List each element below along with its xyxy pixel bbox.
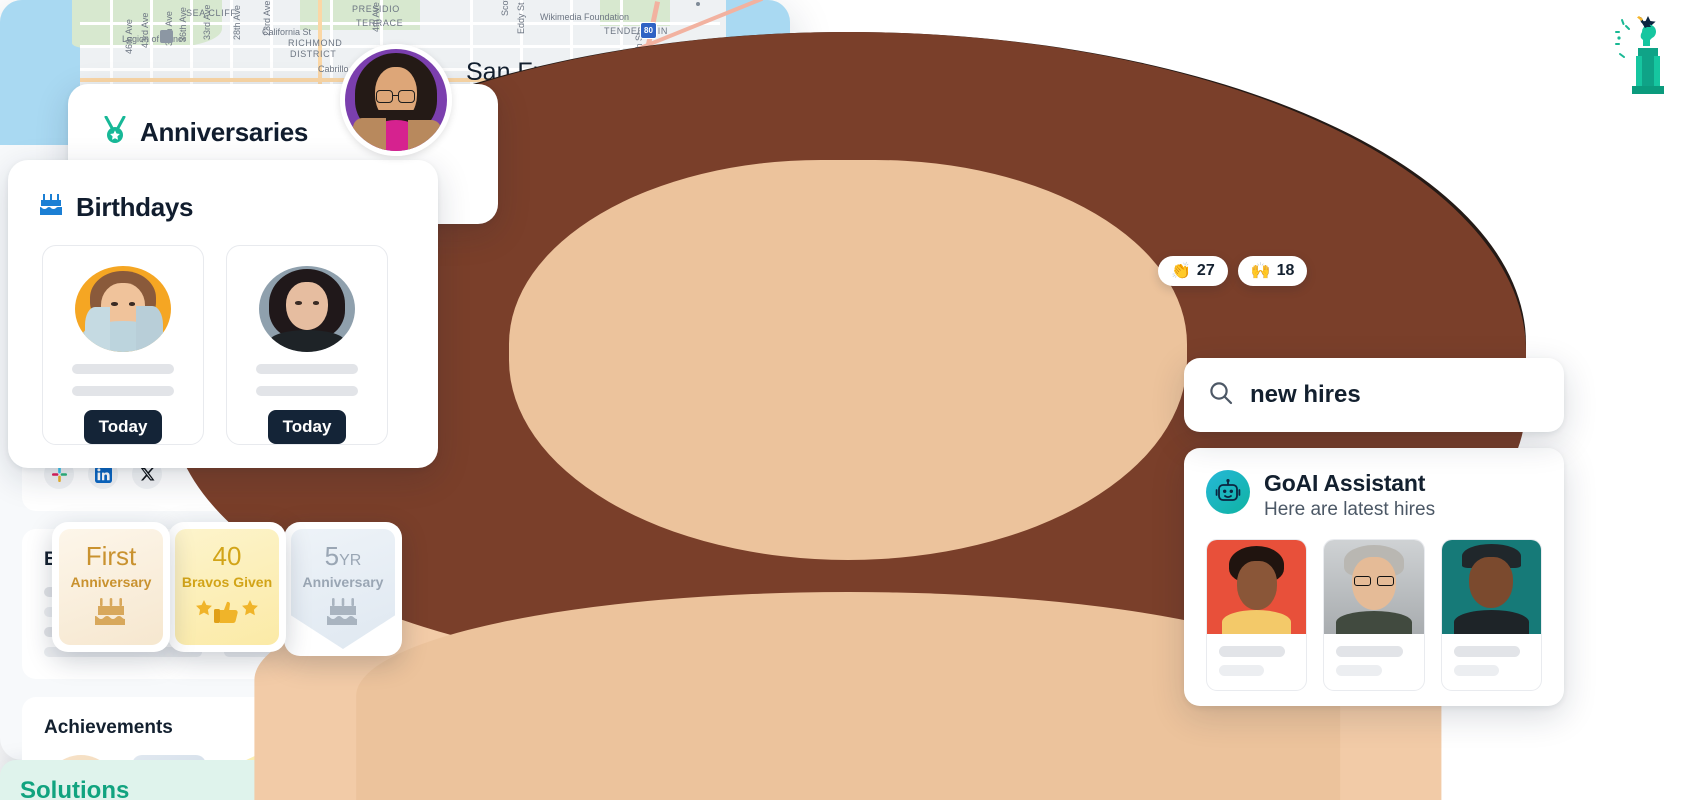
goai-hires-list xyxy=(1206,539,1542,691)
reaction-count: 27 xyxy=(1196,262,1215,279)
avatar xyxy=(259,266,355,353)
birthdays-list: Today Today xyxy=(8,223,438,445)
avatar xyxy=(1324,540,1424,634)
award-subtitle: Anniversary xyxy=(302,574,384,590)
goai-subtitle: Here are latest hires xyxy=(1264,499,1436,520)
goai-assistant-card[interactable]: GoAI Assistant Here are latest hires xyxy=(1184,448,1564,706)
avatar xyxy=(1207,540,1307,634)
award-subtitle: Bravos Given xyxy=(181,574,273,590)
hire-role-placeholder xyxy=(1453,665,1499,676)
birthdays-title: Birthdays xyxy=(76,192,194,222)
search-input[interactable]: new hires xyxy=(1250,381,1361,409)
name-placeholder xyxy=(256,364,358,375)
hire-role-placeholder xyxy=(1219,665,1265,676)
avatar xyxy=(1441,540,1541,634)
award-badge-bravos-given[interactable]: 40 Bravos Given xyxy=(168,522,286,652)
statue-of-liberty-icon xyxy=(1586,10,1682,102)
hire-name-placeholder xyxy=(1453,646,1520,657)
hire-card[interactable] xyxy=(1206,539,1308,691)
award-title: First xyxy=(85,541,137,571)
search-bar[interactable]: new hires xyxy=(1184,358,1564,432)
award-badges: First Anniversary 40 Bravos Given 5YR An… xyxy=(52,522,402,656)
role-placeholder xyxy=(72,386,174,396)
cake-icon xyxy=(325,598,361,634)
screenshot-stage: Anniversaries Birthdays Today Today Firs… xyxy=(0,0,1696,800)
birthday-person-card[interactable]: Today xyxy=(226,245,388,445)
today-badge: Today xyxy=(83,409,163,444)
hire-card[interactable] xyxy=(1323,539,1425,691)
today-badge: Today xyxy=(267,409,347,444)
role-placeholder xyxy=(256,386,358,396)
birthday-cake-icon xyxy=(38,192,64,223)
name-placeholder xyxy=(72,364,174,375)
birthdays-header: Birthdays xyxy=(8,160,438,223)
clapping-hands-emoji: 👏 xyxy=(1171,263,1191,280)
hire-role-placeholder xyxy=(1336,665,1382,676)
hire-name-placeholder xyxy=(1336,646,1403,657)
award-subtitle: Anniversary xyxy=(70,574,152,590)
goai-title: GoAI Assistant xyxy=(1264,470,1426,496)
anniversaries-title: Anniversaries xyxy=(140,117,309,147)
team-card: Team xyxy=(169,32,1527,800)
medal-icon xyxy=(102,115,128,149)
goai-text: GoAI Assistant Here are latest hires xyxy=(1264,470,1435,521)
reaction-pill-clap[interactable]: 👏 27 xyxy=(1158,256,1228,286)
search-icon xyxy=(1208,380,1234,411)
team-member-row[interactable] xyxy=(169,32,1527,800)
award-title: 5YR xyxy=(324,541,362,571)
hire-card[interactable] xyxy=(1440,539,1542,691)
avatar xyxy=(75,266,171,353)
birthday-person-card[interactable]: Today xyxy=(42,245,204,445)
superstar-reactions: 👏 27 🙌 18 xyxy=(1158,256,1308,286)
award-badge-first-anniversary[interactable]: First Anniversary xyxy=(52,522,170,652)
profile-avatar xyxy=(340,44,452,156)
award-title: 40 xyxy=(212,541,242,571)
profile-right-column: Bravos xyxy=(169,32,1527,800)
reaction-count: 18 xyxy=(1276,262,1295,279)
birthdays-card[interactable]: Birthdays Today Today xyxy=(8,160,438,468)
thumbs-up-stars-icon xyxy=(194,598,260,630)
hire-name-placeholder xyxy=(1219,646,1286,657)
reaction-pill-raised-hands[interactable]: 🙌 18 xyxy=(1237,256,1308,286)
goai-header: GoAI Assistant Here are latest hires xyxy=(1206,470,1542,521)
raised-hands-emoji: 🙌 xyxy=(1250,263,1271,280)
robot-icon xyxy=(1206,470,1250,514)
award-badge-5yr-anniversary[interactable]: 5YR Anniversary xyxy=(284,522,402,656)
cake-icon xyxy=(93,598,129,634)
